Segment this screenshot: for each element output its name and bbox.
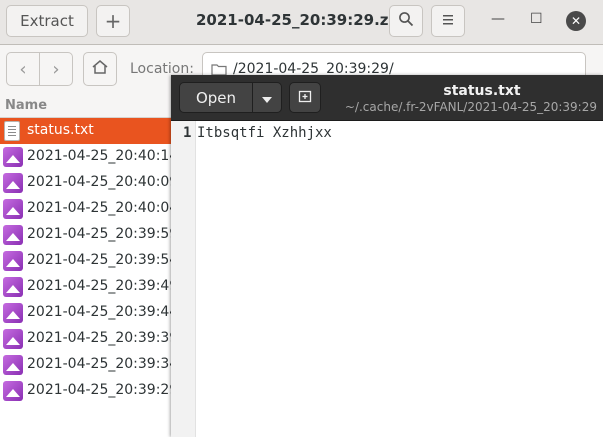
text-editor-window: Open status.txt ~/.cache/.fr-2vFANL/2021… bbox=[171, 75, 603, 437]
image-file-icon bbox=[3, 355, 23, 375]
image-file-icon bbox=[3, 381, 23, 401]
editor-header-bar: Open status.txt ~/.cache/.fr-2vFANL/2021… bbox=[171, 75, 603, 121]
add-files-button[interactable]: + bbox=[96, 5, 130, 37]
open-button[interactable]: Open bbox=[179, 82, 253, 113]
image-file-icon bbox=[3, 147, 23, 167]
image-file-icon bbox=[3, 251, 23, 271]
editor-title: status.txt bbox=[443, 83, 521, 99]
home-icon bbox=[91, 59, 109, 80]
close-window-button[interactable]: ✕ bbox=[566, 11, 586, 31]
list-item[interactable]: 2021-04-25_20:39:54.j bbox=[0, 248, 172, 274]
file-name: 2021-04-25_20:39:49.j bbox=[27, 278, 172, 294]
text-content[interactable]: Itbsqtfi Xzhhjxx bbox=[197, 125, 332, 141]
list-item[interactable]: 2021-04-25_20:40:09.j bbox=[0, 170, 172, 196]
column-header-name[interactable]: Name bbox=[0, 95, 172, 118]
menu-button[interactable] bbox=[431, 5, 465, 37]
file-name: status.txt bbox=[27, 122, 94, 138]
extract-label: Extract bbox=[20, 12, 74, 30]
chevron-right-icon: › bbox=[52, 58, 60, 80]
file-name: 2021-04-25_20:39:54.j bbox=[27, 252, 172, 268]
image-file-icon bbox=[3, 277, 23, 297]
line-number: 1 bbox=[183, 125, 192, 141]
list-item[interactable]: 2021-04-25_20:39:49.j bbox=[0, 274, 172, 300]
maximize-icon[interactable]: ☐ bbox=[530, 11, 543, 27]
search-button[interactable] bbox=[389, 5, 423, 37]
file-name: 2021-04-25_20:39:39.j bbox=[27, 330, 172, 346]
archive-header-bar: Extract + 2021-04-25_20:39:29.zip — ☐ ✕ bbox=[0, 0, 603, 45]
column-header-label: Name bbox=[5, 98, 48, 113]
open-label: Open bbox=[195, 88, 237, 107]
home-button[interactable] bbox=[83, 52, 117, 86]
new-document-icon bbox=[298, 88, 312, 107]
search-icon bbox=[398, 11, 414, 31]
close-icon: ✕ bbox=[570, 14, 582, 28]
list-item[interactable]: 2021-04-25_20:39:44.j bbox=[0, 300, 172, 326]
list-item[interactable]: 2021-04-25_20:39:39.j bbox=[0, 326, 172, 352]
line-number-gutter bbox=[171, 121, 196, 437]
file-name: 2021-04-25_20:39:34.j bbox=[27, 356, 172, 372]
image-file-icon bbox=[3, 225, 23, 245]
list-item[interactable]: 2021-04-25_20:39:34.j bbox=[0, 352, 172, 378]
extract-button[interactable]: Extract bbox=[6, 5, 88, 37]
image-file-icon bbox=[3, 173, 23, 193]
file-name: 2021-04-25_20:39:44.j bbox=[27, 304, 172, 320]
file-name: 2021-04-25_20:39:59.j bbox=[27, 226, 172, 242]
archive-title: 2021-04-25_20:39:29.zip bbox=[196, 11, 405, 29]
editor-subtitle: ~/.cache/.fr-2vFANL/2021-04-25_20:39:29 bbox=[344, 100, 597, 114]
image-file-icon bbox=[3, 303, 23, 323]
list-item[interactable]: status.txt bbox=[0, 118, 172, 144]
back-button[interactable]: ‹ bbox=[6, 52, 40, 86]
forward-button[interactable]: › bbox=[39, 52, 73, 86]
file-name: 2021-04-25_20:40:04.j bbox=[27, 200, 172, 216]
list-item[interactable]: 2021-04-25_20:40:04.j bbox=[0, 196, 172, 222]
text-file-icon bbox=[4, 121, 20, 141]
image-file-icon bbox=[3, 329, 23, 349]
list-item[interactable]: 2021-04-25_20:39:59.j bbox=[0, 222, 172, 248]
chevron-left-icon: ‹ bbox=[19, 58, 27, 80]
minimize-icon[interactable]: — bbox=[491, 11, 505, 27]
file-name: 2021-04-25_20:39:29.j bbox=[27, 382, 172, 398]
hamburger-icon bbox=[441, 12, 455, 30]
list-item[interactable]: 2021-04-25_20:40:14.j bbox=[0, 144, 172, 170]
file-name: 2021-04-25_20:40:09.j bbox=[27, 174, 172, 190]
image-file-icon bbox=[3, 199, 23, 219]
plus-icon: + bbox=[104, 9, 122, 33]
open-dropdown-button[interactable] bbox=[252, 82, 282, 113]
file-name: 2021-04-25_20:40:14.j bbox=[27, 148, 172, 164]
list-item[interactable]: 2021-04-25_20:39:29.j bbox=[0, 378, 172, 404]
file-list: Name status.txt 2021-04-25_20:40:14.j 20… bbox=[0, 95, 172, 437]
chevron-down-icon bbox=[262, 88, 272, 107]
new-tab-button[interactable] bbox=[289, 82, 321, 113]
